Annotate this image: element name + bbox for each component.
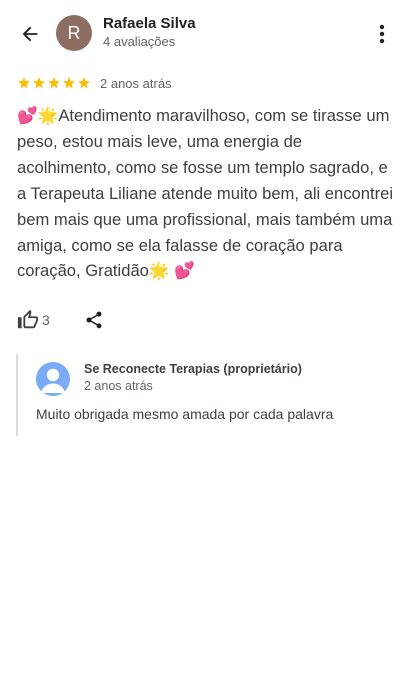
star-icon (63, 77, 75, 89)
owner-reply-text: Muito obrigada mesmo amada por cada pala… (36, 406, 334, 422)
thumb-up-icon (17, 309, 39, 331)
review-text: 💕🌟Atendimento maravilhoso, com se tirass… (17, 106, 394, 281)
person-icon (41, 368, 65, 393)
star-icon (33, 77, 45, 89)
arrow-left-icon (22, 26, 38, 42)
star-icon (18, 77, 30, 89)
review-date: 2 anos atrás (100, 75, 172, 91)
owner-name: Se Reconecte Terapias (proprietário) (84, 362, 302, 376)
review-header: R Rafaela Silva 4 avaliações (0, 0, 400, 68)
avatar[interactable]: R (56, 15, 92, 51)
avatar-letter: R (67, 22, 81, 43)
like-button[interactable]: 3 (17, 309, 50, 331)
share-button[interactable] (84, 310, 104, 330)
review-actions: 3 (17, 306, 104, 334)
author-name[interactable]: Rafaela Silva (103, 15, 196, 32)
more-vert-icon (379, 24, 385, 44)
share-icon (86, 311, 102, 329)
star-icon (48, 77, 60, 89)
star-icon (78, 77, 90, 89)
star-rating (17, 76, 91, 90)
rating-row: 2 anos atrás (17, 74, 172, 92)
owner-reply-date: 2 anos atrás (84, 379, 153, 393)
author-review-count: 4 avaliações (103, 34, 176, 49)
more-options-button[interactable] (368, 18, 396, 50)
back-button[interactable] (14, 18, 46, 50)
owner-reply: Se Reconecte Terapias (proprietário) 2 a… (16, 354, 388, 436)
like-count: 3 (42, 312, 50, 328)
owner-avatar (36, 362, 70, 396)
